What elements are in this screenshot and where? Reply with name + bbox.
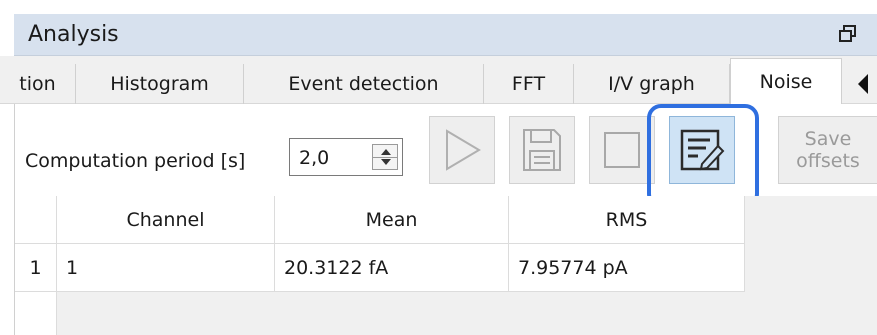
cell-mean[interactable]: 20.3122 fA: [275, 244, 509, 292]
row-header[interactable]: 1: [15, 244, 57, 292]
computation-period-value[interactable]: 2,0: [299, 147, 329, 169]
tab-label: I/V graph: [608, 73, 695, 95]
column-header-mean[interactable]: Mean: [275, 196, 509, 244]
stop-icon: [604, 132, 640, 168]
tab-fft[interactable]: FFT: [484, 64, 574, 104]
save-icon: [523, 129, 561, 171]
tab-event-detection[interactable]: Event detection: [244, 64, 484, 104]
spin-up-icon[interactable]: [381, 149, 391, 155]
save-button[interactable]: [509, 116, 575, 184]
computation-period-label: Computation period [s]: [25, 150, 246, 172]
edit-document-icon: [680, 129, 725, 171]
stop-button[interactable]: [589, 116, 655, 184]
tab-noise[interactable]: Noise: [730, 58, 842, 105]
results-table: Channel Mean RMS 1 1 20.3122 fA 7.95774 …: [15, 196, 877, 335]
table-row: 1 1 20.3122 fA 7.95774 pA: [15, 244, 745, 292]
column-header-channel[interactable]: Channel: [57, 196, 275, 244]
tab-label: tion: [19, 73, 56, 95]
cell-channel[interactable]: 1: [57, 244, 275, 292]
tab-scroll-left-icon[interactable]: [858, 74, 868, 94]
noise-panel: Computation period [s] 2,0 Save offsets …: [14, 104, 877, 335]
save-offsets-label-line2: offsets: [796, 150, 860, 172]
cell-rms[interactable]: 7.95774 pA: [509, 244, 745, 292]
tab-bar: tion Histogram Event detection FFT I/V g…: [0, 56, 877, 105]
table-header-row: Channel Mean RMS: [15, 196, 745, 244]
tab-label: Noise: [759, 71, 813, 93]
play-icon: [446, 129, 481, 171]
panel-title: Analysis: [28, 22, 119, 47]
spin-down-icon[interactable]: [381, 159, 391, 165]
save-offsets-button[interactable]: Save offsets: [778, 116, 877, 184]
tab-iv-graph[interactable]: I/V graph: [574, 64, 730, 104]
save-offsets-label-line1: Save: [804, 128, 852, 150]
column-header-rms[interactable]: RMS: [509, 196, 745, 244]
corner-cell[interactable]: [15, 196, 57, 244]
tab-label: Histogram: [110, 73, 209, 95]
float-window-icon[interactable]: [837, 23, 859, 45]
computation-period-spinbox[interactable]: 2,0: [289, 138, 403, 176]
panel-header: Analysis: [14, 14, 877, 56]
row-header-empty: [15, 292, 57, 335]
tab-label: FFT: [511, 73, 546, 95]
tab-partial[interactable]: tion: [0, 64, 76, 104]
tab-histogram[interactable]: Histogram: [76, 64, 244, 104]
play-button[interactable]: [429, 116, 495, 184]
tab-label: Event detection: [288, 73, 439, 95]
spinbox-arrows[interactable]: [372, 144, 398, 170]
edit-notes-button[interactable]: [669, 116, 735, 184]
